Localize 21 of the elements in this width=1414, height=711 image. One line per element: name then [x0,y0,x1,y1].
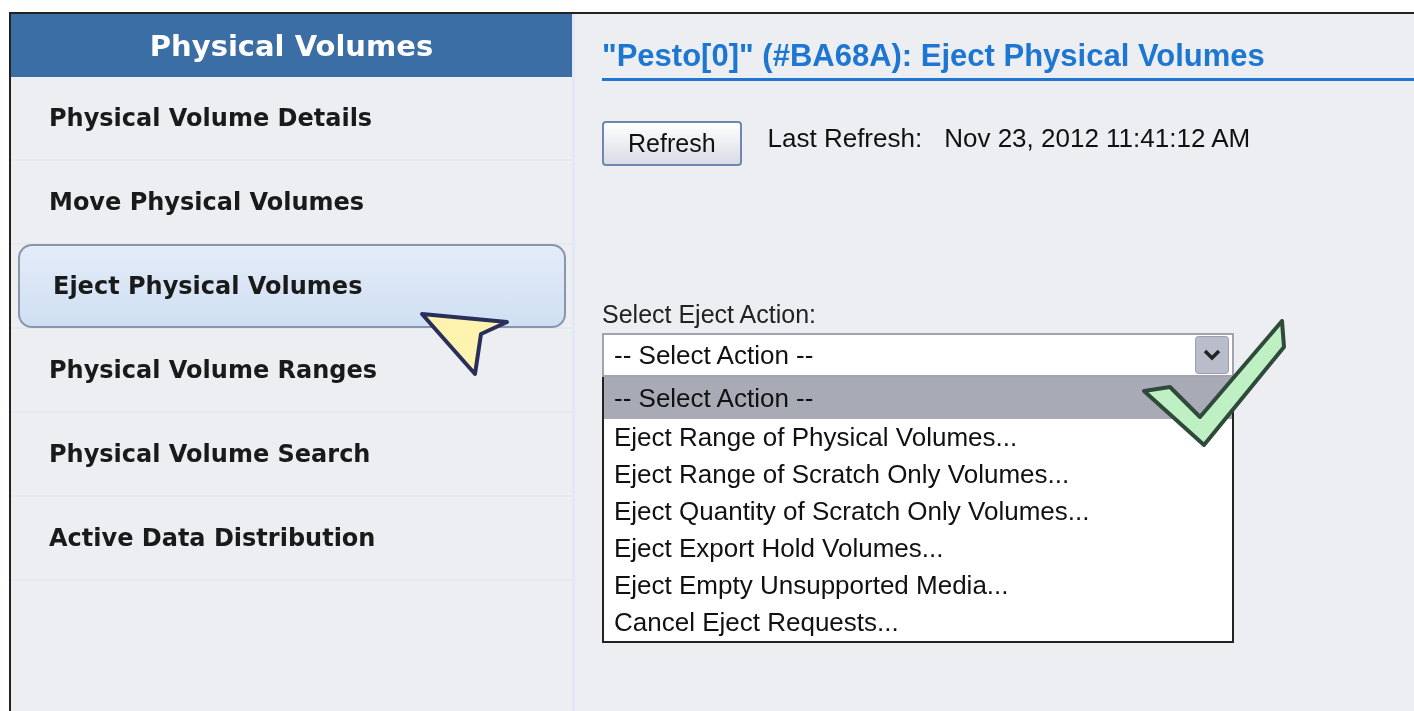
dropdown-option[interactable]: Eject Empty Unsupported Media... [604,567,1232,604]
dropdown-option[interactable]: Eject Export Hold Volumes... [604,530,1232,567]
page-title: "Pesto[0]" (#BA68A): Eject Physical Volumes [602,38,1414,81]
dropdown-option[interactable]: Eject Quantity of Scratch Only Volumes... [604,493,1232,530]
dropdown-option[interactable]: Cancel Eject Requests... [604,604,1232,641]
sidebar-item[interactable]: Eject Physical Volumes [18,244,566,328]
sidebar-item[interactable]: Active Data Distribution [11,497,572,579]
sidebar-item[interactable]: Physical Volume Details [11,77,572,159]
dropdown-option[interactable]: -- Select Action -- [604,377,1232,419]
sidebar-item[interactable]: Physical Volume Search [11,413,572,495]
sidebar-header: Physical Volumes [11,14,572,77]
last-refresh-label: Last Refresh: [767,123,923,154]
sidebar-item[interactable]: Physical Volume Ranges [11,329,572,411]
action-dropdown[interactable]: -- Select Action -- [602,333,1234,377]
select-label: Select Eject Action: [602,300,817,329]
dropdown-option[interactable]: Eject Range of Scratch Only Volumes... [604,456,1232,493]
dropdown-option[interactable]: Eject Range of Physical Volumes... [604,419,1232,456]
pointer-arrow-icon [419,310,511,378]
sidebar-item[interactable]: Move Physical Volumes [11,161,572,243]
refresh-button[interactable]: Refresh [602,121,742,166]
last-refresh-time: Nov 23, 2012 11:41:12 AM [944,123,1251,154]
